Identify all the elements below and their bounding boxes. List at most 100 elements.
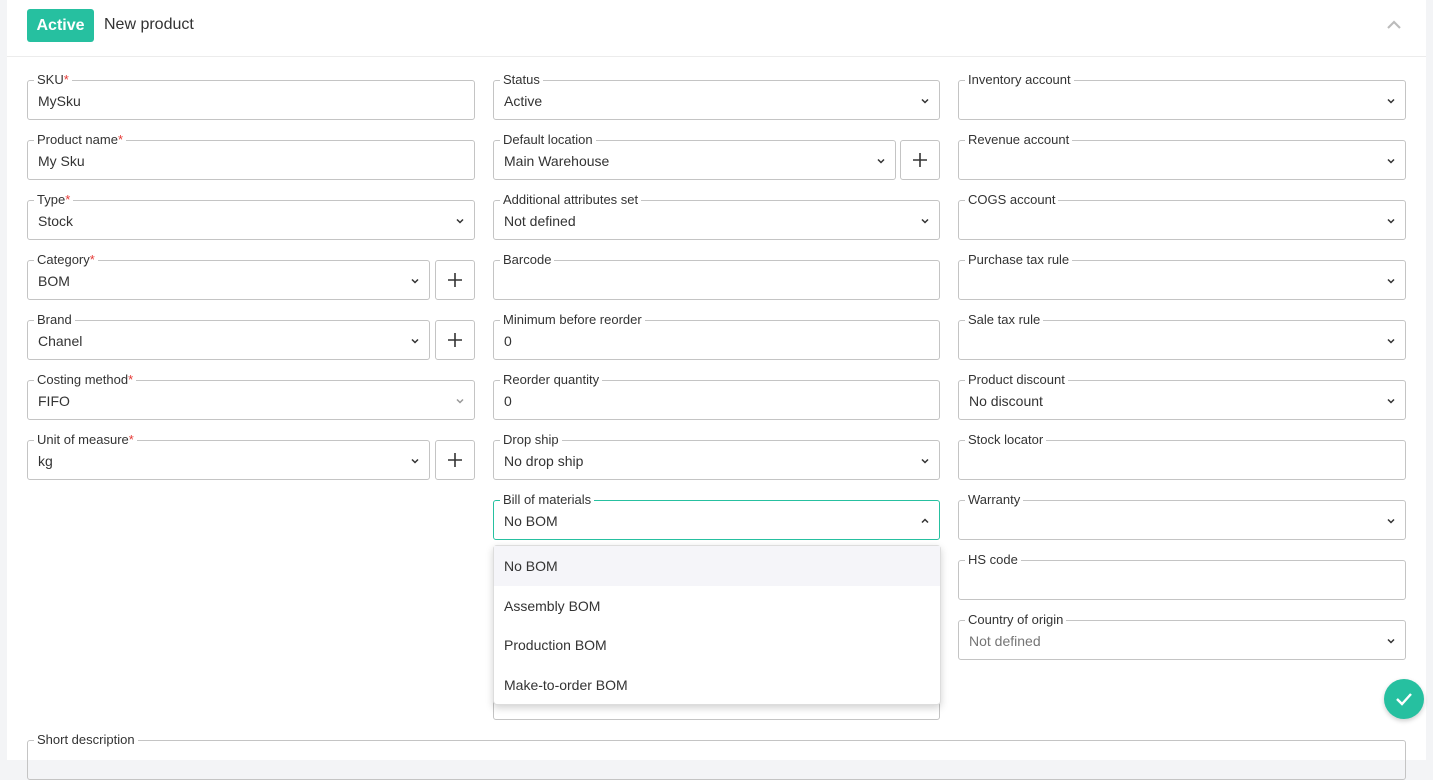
status-badge: Active <box>27 9 94 42</box>
plus-icon <box>448 453 462 467</box>
reorder-quantity-value: 0 <box>504 393 512 409</box>
default-location-select[interactable]: Default location Main Warehouse <box>493 132 896 180</box>
sku-value: MySku <box>38 93 81 109</box>
additional-attributes-value: Not defined <box>504 213 576 229</box>
status-select[interactable]: Status Active <box>493 72 940 120</box>
brand-select[interactable]: Brand Chanel <box>27 312 430 360</box>
plus-icon <box>448 333 462 347</box>
required-marker: * <box>89 252 95 267</box>
type-select[interactable]: Type* Stock <box>27 192 475 240</box>
inventory-account-select[interactable]: Inventory account <box>958 72 1406 120</box>
bom-option-no-bom[interactable]: No BOM <box>494 546 940 586</box>
cogs-account-select[interactable]: COGS account <box>958 192 1406 240</box>
product-name-input[interactable]: Product name* My Sku <box>27 132 475 180</box>
plus-icon <box>913 153 927 167</box>
additional-attributes-select[interactable]: Additional attributes set Not defined <box>493 192 940 240</box>
default-location-value: Main Warehouse <box>504 153 610 169</box>
chevron-down-icon <box>877 158 885 164</box>
country-of-origin-select[interactable]: Country of origin Not defined <box>958 612 1406 660</box>
field-label: Category <box>37 252 90 267</box>
chevron-down-icon <box>411 338 419 344</box>
country-of-origin-value: Not defined <box>969 633 1041 649</box>
costing-method-select[interactable]: Costing method* FIFO <box>27 372 475 420</box>
bill-of-materials-value: No BOM <box>504 513 558 529</box>
option-label: No BOM <box>504 558 558 574</box>
product-discount-value: No discount <box>969 393 1043 409</box>
chevron-down-icon <box>921 98 929 104</box>
costing-method-value: FIFO <box>38 393 70 409</box>
plus-icon <box>448 273 462 287</box>
required-marker: * <box>65 192 71 207</box>
bom-option-production[interactable]: Production BOM <box>494 625 940 665</box>
chevron-down-icon <box>411 278 419 284</box>
stock-locator-input[interactable]: Stock locator <box>958 432 1406 480</box>
bill-of-materials-select[interactable]: Bill of materials No BOM <box>493 492 940 540</box>
check-icon <box>1396 693 1412 706</box>
chevron-down-icon <box>456 218 464 224</box>
chevron-down-icon <box>1387 98 1395 104</box>
bom-option-assembly[interactable]: Assembly BOM <box>494 586 940 626</box>
sku-input[interactable]: SKU* MySku <box>27 72 475 120</box>
type-value: Stock <box>38 213 74 229</box>
bom-option-make-to-order[interactable]: Make-to-order BOM <box>494 665 940 705</box>
required-marker: * <box>63 72 69 87</box>
minimum-before-reorder-input[interactable]: Minimum before reorder 0 <box>493 312 940 360</box>
field-label: SKU <box>37 72 64 87</box>
field-label: Additional attributes set <box>500 192 642 208</box>
add-category-button[interactable] <box>435 260 475 300</box>
field-label: Inventory account <box>965 72 1074 88</box>
minimum-before-reorder-value: 0 <box>504 333 512 349</box>
field-label: Product discount <box>965 372 1068 388</box>
add-location-button[interactable] <box>900 140 940 180</box>
warranty-select[interactable]: Warranty <box>958 492 1406 540</box>
chevron-down-icon <box>411 458 419 464</box>
field-label: Costing method <box>37 372 129 387</box>
sale-tax-rule-select[interactable]: Sale tax rule <box>958 312 1406 360</box>
revenue-account-select[interactable]: Revenue account <box>958 132 1406 180</box>
field-label: Sale tax rule <box>965 312 1044 328</box>
option-label: Make-to-order BOM <box>504 677 628 693</box>
field-label: Type <box>37 192 66 207</box>
chevron-down-icon <box>456 398 464 404</box>
field-label: Short description <box>34 732 138 748</box>
chevron-down-icon <box>1387 638 1395 644</box>
barcode-input[interactable]: Barcode <box>493 252 940 300</box>
field-label: Status <box>500 72 543 88</box>
unit-of-measure-select[interactable]: Unit of measure* kg <box>27 432 430 480</box>
required-marker: * <box>117 132 123 147</box>
field-label: Revenue account <box>965 132 1073 148</box>
field-label: COGS account <box>965 192 1059 208</box>
chevron-down-icon <box>921 218 929 224</box>
field-label: Barcode <box>500 252 555 268</box>
short-description-field[interactable]: Short description <box>27 732 1406 780</box>
add-unit-button[interactable] <box>435 440 475 480</box>
reorder-quantity-input[interactable]: Reorder quantity 0 <box>493 372 940 420</box>
product-discount-select[interactable]: Product discount No discount <box>958 372 1406 420</box>
field-label: Drop ship <box>500 432 562 448</box>
add-brand-button[interactable] <box>435 320 475 360</box>
field-label: Reorder quantity <box>500 372 603 388</box>
field-label: Default location <box>500 132 596 148</box>
purchase-tax-rule-select[interactable]: Purchase tax rule <box>958 252 1406 300</box>
chevron-down-icon <box>1387 218 1395 224</box>
drop-ship-select[interactable]: Drop ship No drop ship <box>493 432 940 480</box>
field-label: Minimum before reorder <box>500 312 645 328</box>
unit-of-measure-value: kg <box>38 453 53 469</box>
status-value: Active <box>504 93 543 109</box>
save-button[interactable] <box>1384 679 1424 719</box>
hs-code-input[interactable]: HS code <box>958 552 1406 600</box>
chevron-up-icon[interactable] <box>1385 16 1403 34</box>
field-label: Bill of materials <box>500 492 595 508</box>
chevron-down-icon <box>1387 518 1395 524</box>
field-label: Brand <box>34 312 75 328</box>
option-label: Production BOM <box>504 637 607 653</box>
bill-of-materials-dropdown: No BOM Assembly BOM Production BOM Make-… <box>493 545 941 705</box>
chevron-up-icon <box>921 518 929 524</box>
option-label: Assembly BOM <box>504 598 601 614</box>
field-label: Purchase tax rule <box>965 252 1073 268</box>
card-header: Active New product <box>7 0 1426 57</box>
required-marker: * <box>128 372 134 387</box>
category-select[interactable]: Category* BOM <box>27 252 430 300</box>
chevron-down-icon <box>1387 278 1395 284</box>
field-label: Country of origin <box>965 612 1067 628</box>
